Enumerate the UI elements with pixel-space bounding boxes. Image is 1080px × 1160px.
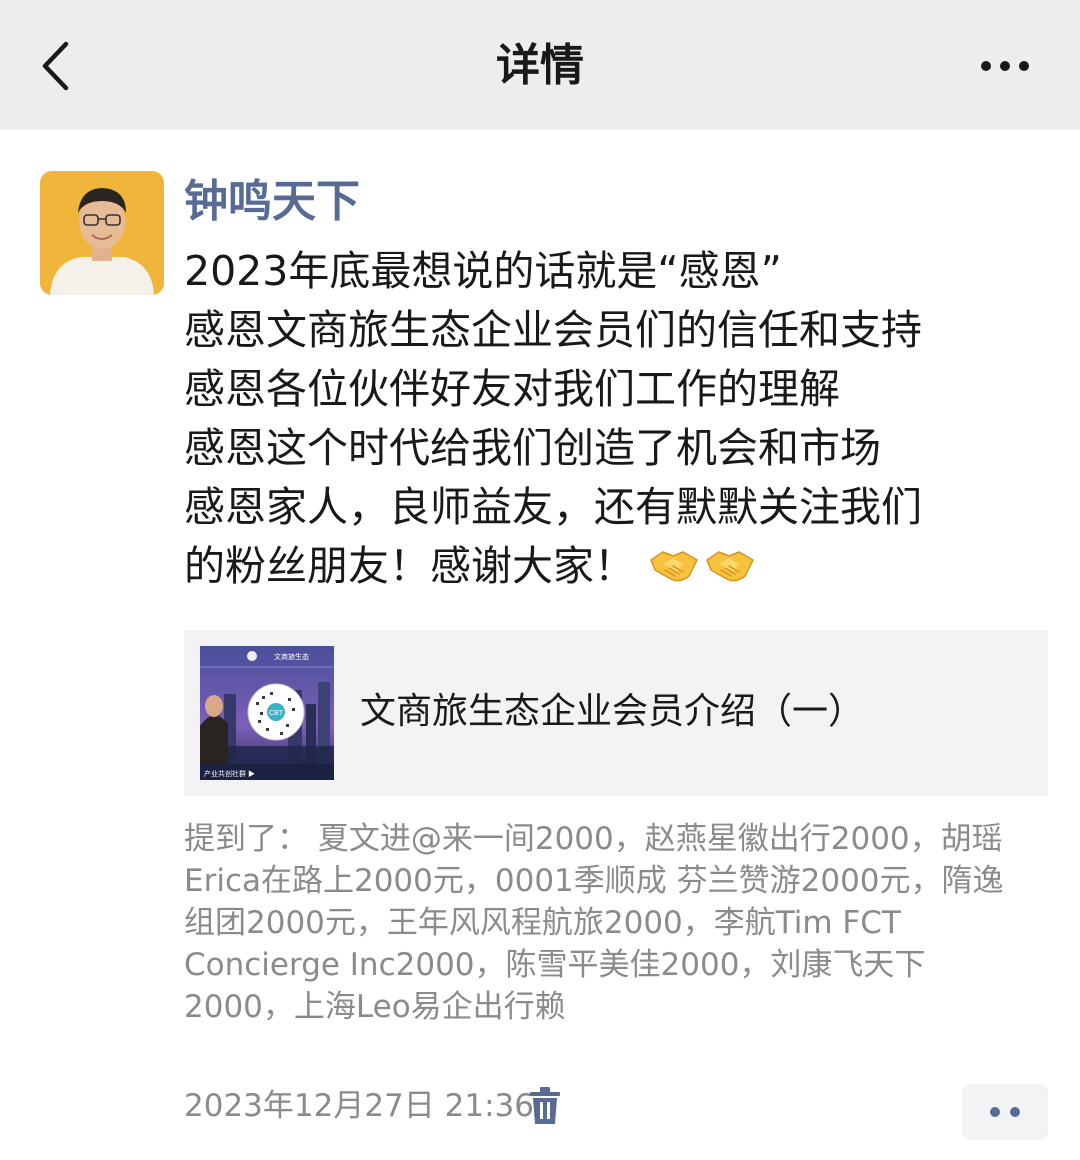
link-card-title: 文商旅生态企业会员介绍（一）	[360, 691, 865, 732]
thumb-badge-text: CBT	[269, 710, 284, 717]
post-line: 的粉丝朋友！感谢大家！	[184, 542, 635, 590]
page-title: 详情	[496, 40, 584, 91]
comment-like-icon-dot	[1010, 1107, 1020, 1117]
more-horizontal-icon-dot	[1019, 61, 1029, 71]
post-line: 感恩文商旅生态企业会员们的信任和支持	[184, 306, 922, 354]
post-line: 感恩这个时代给我们创造了机会和市场	[184, 424, 881, 472]
more-horizontal-icon	[981, 61, 991, 71]
post-line: 感恩家人，良师益友，还有默默关注我们	[184, 483, 922, 531]
link-thumbnail: 文商旅生态 CBT 产业共创社群 ▶	[200, 646, 334, 780]
thumb-header-text: 文商旅生态	[274, 652, 309, 661]
post-line: 感恩各位伙伴好友对我们工作的理解	[184, 365, 840, 413]
post-line-last: 的粉丝朋友！感谢大家！	[184, 537, 1044, 602]
delete-button[interactable]	[528, 1086, 562, 1126]
author-name[interactable]: 钟鸣天下	[184, 174, 360, 230]
post-timestamp: 2023年12月27日 21:36	[184, 1088, 534, 1124]
shared-link-card[interactable]: 文商旅生态 CBT 产业共创社群 ▶ 文商旅生态企业会员介绍（一）	[184, 630, 1048, 796]
post-text: 2023年底最想说的话就是“感恩” 感恩文商旅生态企业会员们的信任和支持 感恩各…	[184, 242, 1044, 602]
more-horizontal-icon-dot	[1000, 61, 1010, 71]
comment-like-icon	[990, 1107, 1000, 1117]
like-comment-button[interactable]	[962, 1084, 1048, 1140]
trash-icon	[530, 1087, 560, 1124]
handshake-emoji-icon	[649, 543, 757, 602]
top-navigation-bar: 详情	[0, 0, 1080, 130]
post-line: 2023年底最想说的话就是“感恩”	[184, 247, 782, 295]
more-options-button[interactable]	[970, 44, 1040, 88]
thumb-footer-text: 产业共创社群 ▶	[204, 769, 255, 778]
mentioned-users: 提到了： 夏文进@来一间2000，赵燕星徽出行2000，胡瑶Erica在路上20…	[184, 818, 1034, 1028]
avatar[interactable]	[40, 171, 164, 295]
mentions-label: 提到了：	[184, 821, 308, 857]
